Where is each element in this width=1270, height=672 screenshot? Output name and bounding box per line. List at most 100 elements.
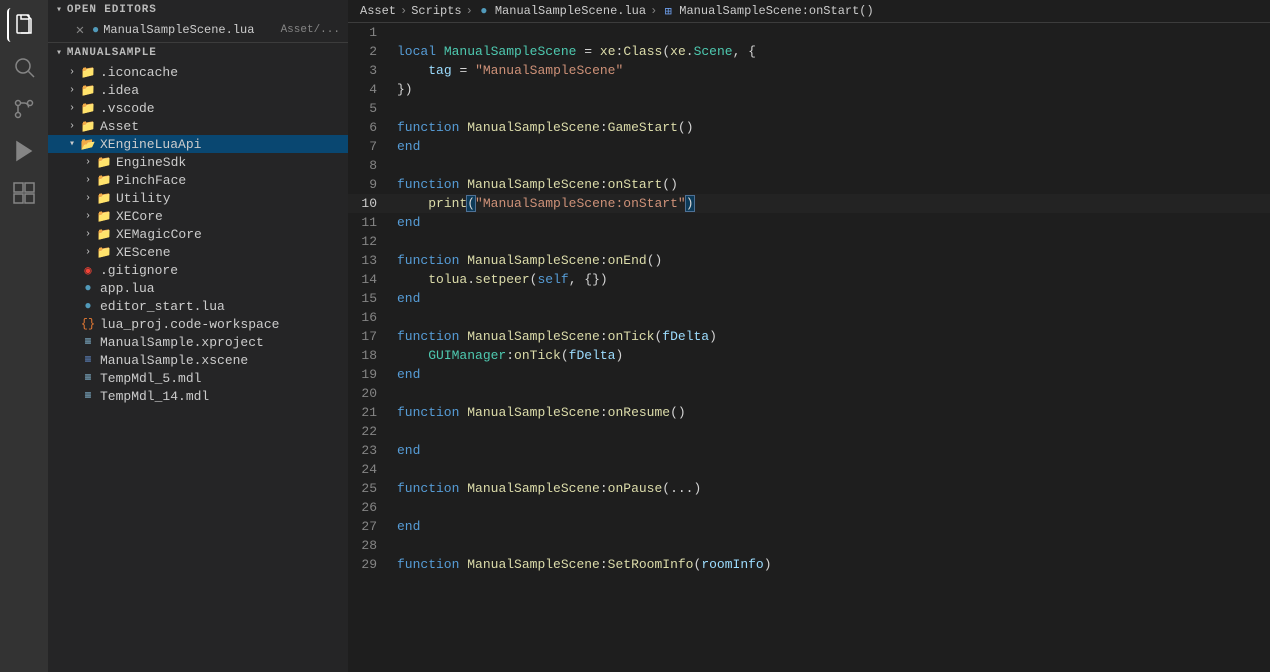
tree-item-tempmdl5[interactable]: ≡ TempMdl_5.mdl xyxy=(48,369,348,387)
line-content-14: tolua.setpeer(self, {}) xyxy=(393,270,1270,289)
tree-label-enginesdk: EngineSdk xyxy=(116,155,186,170)
tree-item-manualsamplexscene[interactable]: ≡ ManualSample.xscene xyxy=(48,351,348,369)
code-line-18: 18 GUIManager:onTick(fDelta) xyxy=(348,346,1270,365)
tree-item-utility[interactable]: › 📁 Utility xyxy=(48,189,348,207)
tree-item-gitignore[interactable]: ◉ .gitignore xyxy=(48,261,348,279)
tree-item-luaprojworkspace[interactable]: {} lua_proj.code-workspace xyxy=(48,315,348,333)
search-icon[interactable] xyxy=(7,50,41,84)
tree-item-idea[interactable]: › 📁 .idea xyxy=(48,81,348,99)
tree-item-manualsamplexproject[interactable]: ≡ ManualSample.xproject xyxy=(48,333,348,351)
line-num-26: 26 xyxy=(348,498,393,517)
folder-icon-vscode: 📁 xyxy=(80,100,96,116)
line-content-26 xyxy=(393,498,1270,517)
code-line-27: 27 end xyxy=(348,517,1270,536)
editor-tab-path: Asset/... xyxy=(281,24,340,36)
xproject-spacer xyxy=(64,334,80,350)
folder-icon-xemagiccore: 📁 xyxy=(96,226,112,242)
code-line-29: 29 function ManualSampleScene:SetRoomInf… xyxy=(348,555,1270,574)
line-num-19: 19 xyxy=(348,365,393,384)
line-num-3: 3 xyxy=(348,61,393,80)
line-num-27: 27 xyxy=(348,517,393,536)
line-num-28: 28 xyxy=(348,536,393,555)
folder-icon-xecore: 📁 xyxy=(96,208,112,224)
line-num-2: 2 xyxy=(348,42,393,61)
breadcrumb-filename[interactable]: ManualSampleScene.lua xyxy=(495,4,646,18)
mdl5-icon: ≡ xyxy=(80,370,96,386)
tree-item-xecore[interactable]: › 📁 XECore xyxy=(48,207,348,225)
breadcrumb-scripts[interactable]: Scripts xyxy=(411,4,461,18)
mdl5-spacer xyxy=(64,370,80,386)
line-content-2: local ManualSampleScene = xe:Class(xe.Sc… xyxy=(393,42,1270,61)
editor-area: Asset › Scripts › ● ManualSampleScene.lu… xyxy=(348,0,1270,672)
line-content-23: end xyxy=(393,441,1270,460)
folder-chevron-iconcache: › xyxy=(64,64,80,80)
source-control-icon[interactable] xyxy=(7,92,41,126)
tree-item-iconcache[interactable]: › 📁 .iconcache xyxy=(48,63,348,81)
code-line-8: 8 xyxy=(348,156,1270,175)
editor-tab-manualsamplescene[interactable]: ✕ ● ManualSampleScene.lua Asset/... xyxy=(48,20,348,40)
breadcrumb-lua-icon: ● xyxy=(477,4,491,18)
tree-label-xemagiccore: XEMagicCore xyxy=(116,227,202,242)
tree-item-asset[interactable]: › 📁 Asset xyxy=(48,117,348,135)
folder-chevron-asset: › xyxy=(64,118,80,134)
tree-item-editorstartlua[interactable]: ● editor_start.lua xyxy=(48,297,348,315)
line-num-14: 14 xyxy=(348,270,393,289)
breadcrumb-asset[interactable]: Asset xyxy=(360,4,396,18)
code-editor[interactable]: 1 2 local ManualSampleScene = xe:Class(x… xyxy=(348,23,1270,672)
line-num-23: 23 xyxy=(348,441,393,460)
code-line-13: 13 function ManualSampleScene:onEnd() xyxy=(348,251,1270,270)
folder-icon-xescene: 📁 xyxy=(96,244,112,260)
tree-label-pinchface: PinchFace xyxy=(116,173,186,188)
code-line-19: 19 end xyxy=(348,365,1270,384)
line-num-29: 29 xyxy=(348,555,393,574)
open-editors-chevron: ▾ xyxy=(56,4,63,16)
line-content-25: function ManualSampleScene:onPause(...) xyxy=(393,479,1270,498)
tree-label-gitignore: .gitignore xyxy=(100,263,178,278)
line-content-3: tag = "ManualSampleScene" xyxy=(393,61,1270,80)
mdl14-icon: ≡ xyxy=(80,388,96,404)
folder-chevron-utility: › xyxy=(80,190,96,206)
line-content-19: end xyxy=(393,365,1270,384)
explorer-root-label: MANUALSAMPLE xyxy=(67,47,157,59)
files-icon[interactable] xyxy=(7,8,41,42)
tree-item-vscode[interactable]: › 📁 .vscode xyxy=(48,99,348,117)
tree-item-applua[interactable]: ● app.lua xyxy=(48,279,348,297)
tree-label-manualsamplexproject: ManualSample.xproject xyxy=(100,335,264,350)
line-content-4: }) xyxy=(393,80,1270,99)
tree-label-xengineluaapi: XEngineLuaApi xyxy=(100,137,201,152)
close-editor-tab-button[interactable]: ✕ xyxy=(72,22,88,38)
tree-item-pinchface[interactable]: › 📁 PinchFace xyxy=(48,171,348,189)
tree-item-xescene[interactable]: › 📁 XEScene xyxy=(48,243,348,261)
line-content-7: end xyxy=(393,137,1270,156)
run-debug-icon[interactable] xyxy=(7,134,41,168)
tree-item-tempmdl14[interactable]: ≡ TempMdl_14.mdl xyxy=(48,387,348,405)
line-num-10: 10 xyxy=(348,194,393,213)
code-line-5: 5 xyxy=(348,99,1270,118)
tree-label-utility: Utility xyxy=(116,191,171,206)
tree-label-applua: app.lua xyxy=(100,281,155,296)
line-content-12 xyxy=(393,232,1270,251)
line-num-9: 9 xyxy=(348,175,393,194)
code-line-3: 3 tag = "ManualSampleScene" xyxy=(348,61,1270,80)
line-content-28 xyxy=(393,536,1270,555)
code-line-23: 23 end xyxy=(348,441,1270,460)
git-icon: ◉ xyxy=(80,262,96,278)
line-content-8 xyxy=(393,156,1270,175)
folder-chevron-pinchface: › xyxy=(80,172,96,188)
tree-item-enginesdk[interactable]: › 📁 EngineSdk xyxy=(48,153,348,171)
line-num-15: 15 xyxy=(348,289,393,308)
sidebar: ▾ OPEN EDITORS ✕ ● ManualSampleScene.lua… xyxy=(48,0,348,672)
editorstartlua-spacer xyxy=(64,298,80,314)
explorer-root-header[interactable]: ▾ MANUALSAMPLE xyxy=(48,43,348,63)
lua-file-icon: ● xyxy=(92,23,99,37)
line-content-15: end xyxy=(393,289,1270,308)
tree-item-xemagiccore[interactable]: › 📁 XEMagicCore xyxy=(48,225,348,243)
tree-item-xengineluaapi[interactable]: ▾ 📂 XEngineLuaApi xyxy=(48,135,348,153)
gitignore-spacer xyxy=(64,262,80,278)
folder-icon-utility: 📁 xyxy=(96,190,112,206)
breadcrumb-method[interactable]: ManualSampleScene:onStart() xyxy=(679,4,873,18)
code-line-11: 11 end xyxy=(348,213,1270,232)
extensions-icon[interactable] xyxy=(7,176,41,210)
lua-icon-editorstart: ● xyxy=(80,298,96,314)
open-editors-header[interactable]: ▾ OPEN EDITORS xyxy=(48,0,348,20)
